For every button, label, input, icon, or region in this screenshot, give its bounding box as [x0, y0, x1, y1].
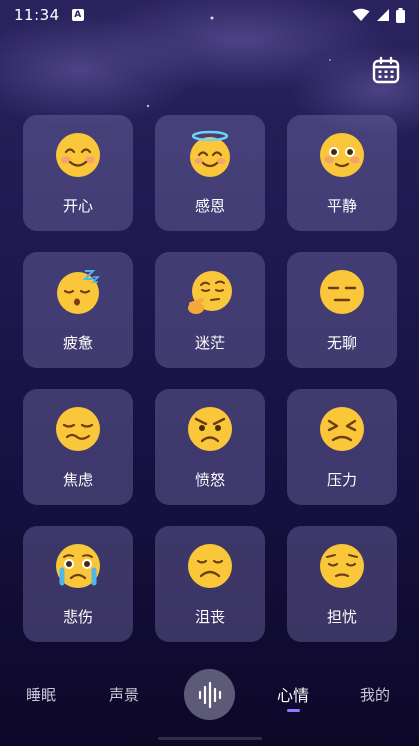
mood-card-sad[interactable]: 悲伤 [23, 526, 133, 642]
mood-card-anxious[interactable]: 焦虑 [23, 389, 133, 505]
calendar-button[interactable] [372, 56, 400, 84]
mood-card-angry[interactable]: 愤怒 [155, 389, 265, 505]
mood-label: 压力 [326, 471, 357, 489]
mood-card-grateful[interactable]: 感恩 [155, 115, 265, 231]
nav-item-profile[interactable]: 我的 [360, 684, 390, 705]
mood-card-happy[interactable]: 开心 [23, 115, 133, 231]
sleepy-face-icon [57, 270, 100, 314]
a-notification-icon: A [71, 9, 84, 21]
status-icons [352, 7, 405, 23]
home-indicator [158, 737, 262, 740]
mood-label: 悲伤 [62, 608, 93, 626]
mood-label: 疲惫 [62, 334, 93, 352]
mood-label: 平静 [326, 197, 357, 215]
pensive-face-icon [320, 544, 364, 588]
mood-card-confused[interactable]: 迷茫 [155, 252, 265, 368]
center-play-button[interactable] [184, 669, 235, 720]
frowning-face-icon [188, 544, 232, 588]
nav-item-mood[interactable]: 心情 [277, 682, 309, 706]
mood-label: 担忧 [326, 608, 357, 626]
mood-label: 无聊 [326, 334, 357, 352]
mood-label: 开心 [62, 197, 93, 215]
battery-icon [396, 7, 405, 23]
thinking-face-icon [188, 271, 232, 314]
signal-icon [377, 9, 389, 21]
active-tab-indicator [287, 709, 300, 712]
woozy-face-icon [56, 407, 100, 451]
mood-card-bored[interactable]: 无聊 [287, 252, 397, 368]
mood-card-frustrated[interactable]: 沮丧 [155, 526, 265, 642]
nav-item-soundscape[interactable]: 声景 [109, 684, 139, 705]
nav-item-sleep[interactable]: 睡眠 [26, 684, 56, 705]
mood-label: 感恩 [194, 197, 225, 215]
mood-label: 焦虑 [62, 471, 93, 489]
bottom-navigation: 睡眠 声景 心情 我的 [0, 660, 419, 730]
mood-label: 愤怒 [194, 471, 225, 489]
sound-wave-icon [198, 681, 221, 708]
wifi-icon [352, 8, 370, 21]
mood-card-calm[interactable]: 平静 [287, 115, 397, 231]
persevering-face-icon [320, 407, 364, 451]
expressionless-face-icon [320, 270, 364, 314]
smiling-face-icon [56, 133, 100, 177]
angry-face-icon [188, 407, 232, 451]
status-time: 11:34 [14, 6, 60, 24]
mood-label: 迷茫 [194, 334, 225, 352]
calendar-icon [372, 56, 400, 84]
mood-card-worried[interactable]: 担忧 [287, 526, 397, 642]
mood-card-stressed[interactable]: 压力 [287, 389, 397, 505]
mood-label: 沮丧 [194, 608, 225, 626]
mood-grid: 开心 感恩 平静 疲惫 迷茫 无聊 焦虑 愤怒 压力 悲伤 沮丧 担忧 [23, 115, 397, 642]
halo-face-icon [190, 130, 230, 177]
crying-face-icon [56, 544, 100, 588]
mood-card-tired[interactable]: 疲惫 [23, 252, 133, 368]
calm-face-icon [320, 133, 364, 177]
status-bar: 11:34 A [0, 0, 419, 30]
